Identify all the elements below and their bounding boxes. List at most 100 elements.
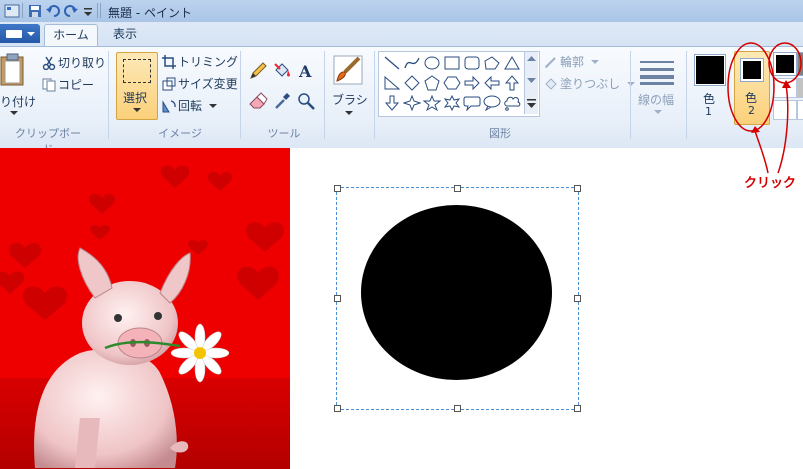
polygon-icon[interactable]	[483, 55, 501, 71]
hexagon-icon[interactable]	[443, 75, 461, 91]
resize-handle[interactable]	[574, 405, 581, 412]
resize-handle[interactable]	[574, 185, 581, 192]
brushes-button[interactable]: ブラシ	[330, 53, 368, 119]
right-triangle-icon[interactable]	[383, 75, 401, 91]
select-button[interactable]: 選択	[116, 52, 158, 120]
down-arrow-icon[interactable]	[383, 95, 401, 111]
palette-swatch-gray[interactable]	[797, 52, 803, 76]
left-arrow-icon[interactable]	[483, 75, 501, 91]
color2-fill	[743, 61, 761, 79]
pig-picture	[0, 148, 290, 469]
group-label-tools: ツール	[267, 127, 301, 140]
right-arrow-icon[interactable]	[463, 75, 481, 91]
curve-icon[interactable]	[403, 55, 421, 71]
expand-gallery-icon	[527, 99, 536, 108]
diamond-icon[interactable]	[403, 75, 421, 91]
pencil-tool[interactable]	[248, 61, 268, 81]
chevron-down-icon	[527, 78, 536, 83]
rounded-callout-icon[interactable]	[463, 95, 481, 112]
svg-text:A: A	[298, 62, 312, 81]
color2-button[interactable]: 色 2	[734, 51, 770, 125]
chevron-down-icon	[654, 110, 662, 114]
outline-button[interactable]: 輪郭	[544, 53, 599, 71]
resize-handle[interactable]	[334, 295, 341, 302]
eraser-tool[interactable]	[248, 91, 268, 111]
chevron-down-icon	[27, 32, 35, 36]
paint-app-icon[interactable]	[4, 3, 20, 19]
text-tool[interactable]: A	[296, 61, 316, 81]
up-arrow-icon[interactable]	[503, 75, 521, 91]
rotate-label: 回転	[178, 99, 203, 113]
palette-swatch-white[interactable]	[773, 78, 797, 98]
four-point-star-icon[interactable]	[402, 94, 422, 112]
copy-label: コピー	[58, 78, 95, 92]
undo-icon[interactable]	[45, 3, 61, 19]
copy-button[interactable]: コピー	[42, 76, 94, 94]
color1-button[interactable]: 色 1	[692, 52, 726, 122]
color-picker-tool[interactable]	[272, 91, 292, 111]
brushes-label: ブラシ	[332, 93, 368, 107]
rectangle-icon[interactable]	[443, 55, 461, 71]
group-label-shapes: 図形	[489, 127, 511, 140]
rotate-button[interactable]: 回転	[162, 97, 217, 115]
palette-swatch-empty[interactable]	[797, 100, 803, 120]
pentagon-icon[interactable]	[423, 75, 441, 91]
fill-button[interactable]: 塗りつぶし	[544, 75, 635, 93]
resize-label: サイズ変更	[178, 77, 238, 91]
palette-swatch-black[interactable]	[773, 52, 797, 76]
resize-button[interactable]: サイズ変更	[162, 75, 238, 93]
crop-button[interactable]: トリミング	[162, 53, 238, 71]
palette-swatch-empty[interactable]	[773, 100, 797, 120]
paint-bucket-icon	[274, 63, 290, 77]
chevron-down-icon	[345, 111, 353, 115]
customize-quick-access-icon[interactable]	[82, 3, 98, 19]
rounded-rectangle-icon[interactable]	[463, 55, 481, 71]
color2-number: 2	[748, 104, 755, 117]
resize-handle[interactable]	[574, 295, 581, 302]
brush-icon	[333, 55, 363, 85]
fill-tool[interactable]	[272, 61, 292, 81]
shapes-gallery-scroll[interactable]	[524, 52, 538, 114]
chevron-up-icon	[527, 56, 536, 61]
line-icon[interactable]	[383, 55, 401, 71]
eraser-icon	[249, 92, 268, 109]
save-icon[interactable]	[27, 3, 43, 19]
paste-button[interactable]: 貼り付け	[0, 53, 38, 117]
color2-swatch	[740, 58, 764, 82]
magnifier-icon	[298, 93, 315, 110]
scissors-icon	[42, 56, 56, 70]
outline-icon	[545, 57, 556, 68]
crop-icon	[162, 55, 176, 69]
resize-handle[interactable]	[334, 185, 341, 192]
resize-handle[interactable]	[454, 185, 461, 192]
size-button[interactable]: 線の幅	[636, 53, 680, 119]
chevron-down-icon	[133, 108, 141, 112]
cloud-callout-icon[interactable]	[503, 95, 521, 111]
color1-swatch	[694, 54, 726, 86]
six-point-star-icon[interactable]	[443, 94, 461, 112]
resize-handle[interactable]	[454, 405, 461, 412]
tab-view[interactable]: 表示	[104, 24, 146, 46]
triangle-icon[interactable]	[503, 55, 521, 71]
pencil-icon	[250, 62, 267, 79]
outline-label: 輪郭	[560, 55, 585, 69]
cut-button[interactable]: 切り取り	[42, 54, 106, 72]
five-point-star-icon[interactable]	[422, 94, 442, 112]
select-label: 選択	[123, 91, 148, 105]
text-icon: A	[298, 62, 312, 81]
paste-label: 貼り付け	[0, 95, 36, 109]
chevron-down-icon	[10, 111, 18, 115]
menu-icon	[6, 30, 22, 38]
color1-fill	[696, 56, 724, 84]
magnifier-tool[interactable]	[296, 91, 316, 111]
shapes-gallery	[378, 51, 540, 117]
resize-handle[interactable]	[334, 405, 341, 412]
redo-icon[interactable]	[63, 3, 79, 19]
select-rectangle-icon	[123, 59, 151, 83]
oval-callout-icon[interactable]	[483, 95, 501, 112]
palette-swatch-silver[interactable]	[797, 78, 803, 98]
window-title: 無題 - ペイント	[108, 6, 192, 20]
oval-icon[interactable]	[423, 55, 441, 71]
tab-home[interactable]: ホーム	[44, 24, 98, 47]
paint-menu-button[interactable]	[0, 24, 40, 43]
